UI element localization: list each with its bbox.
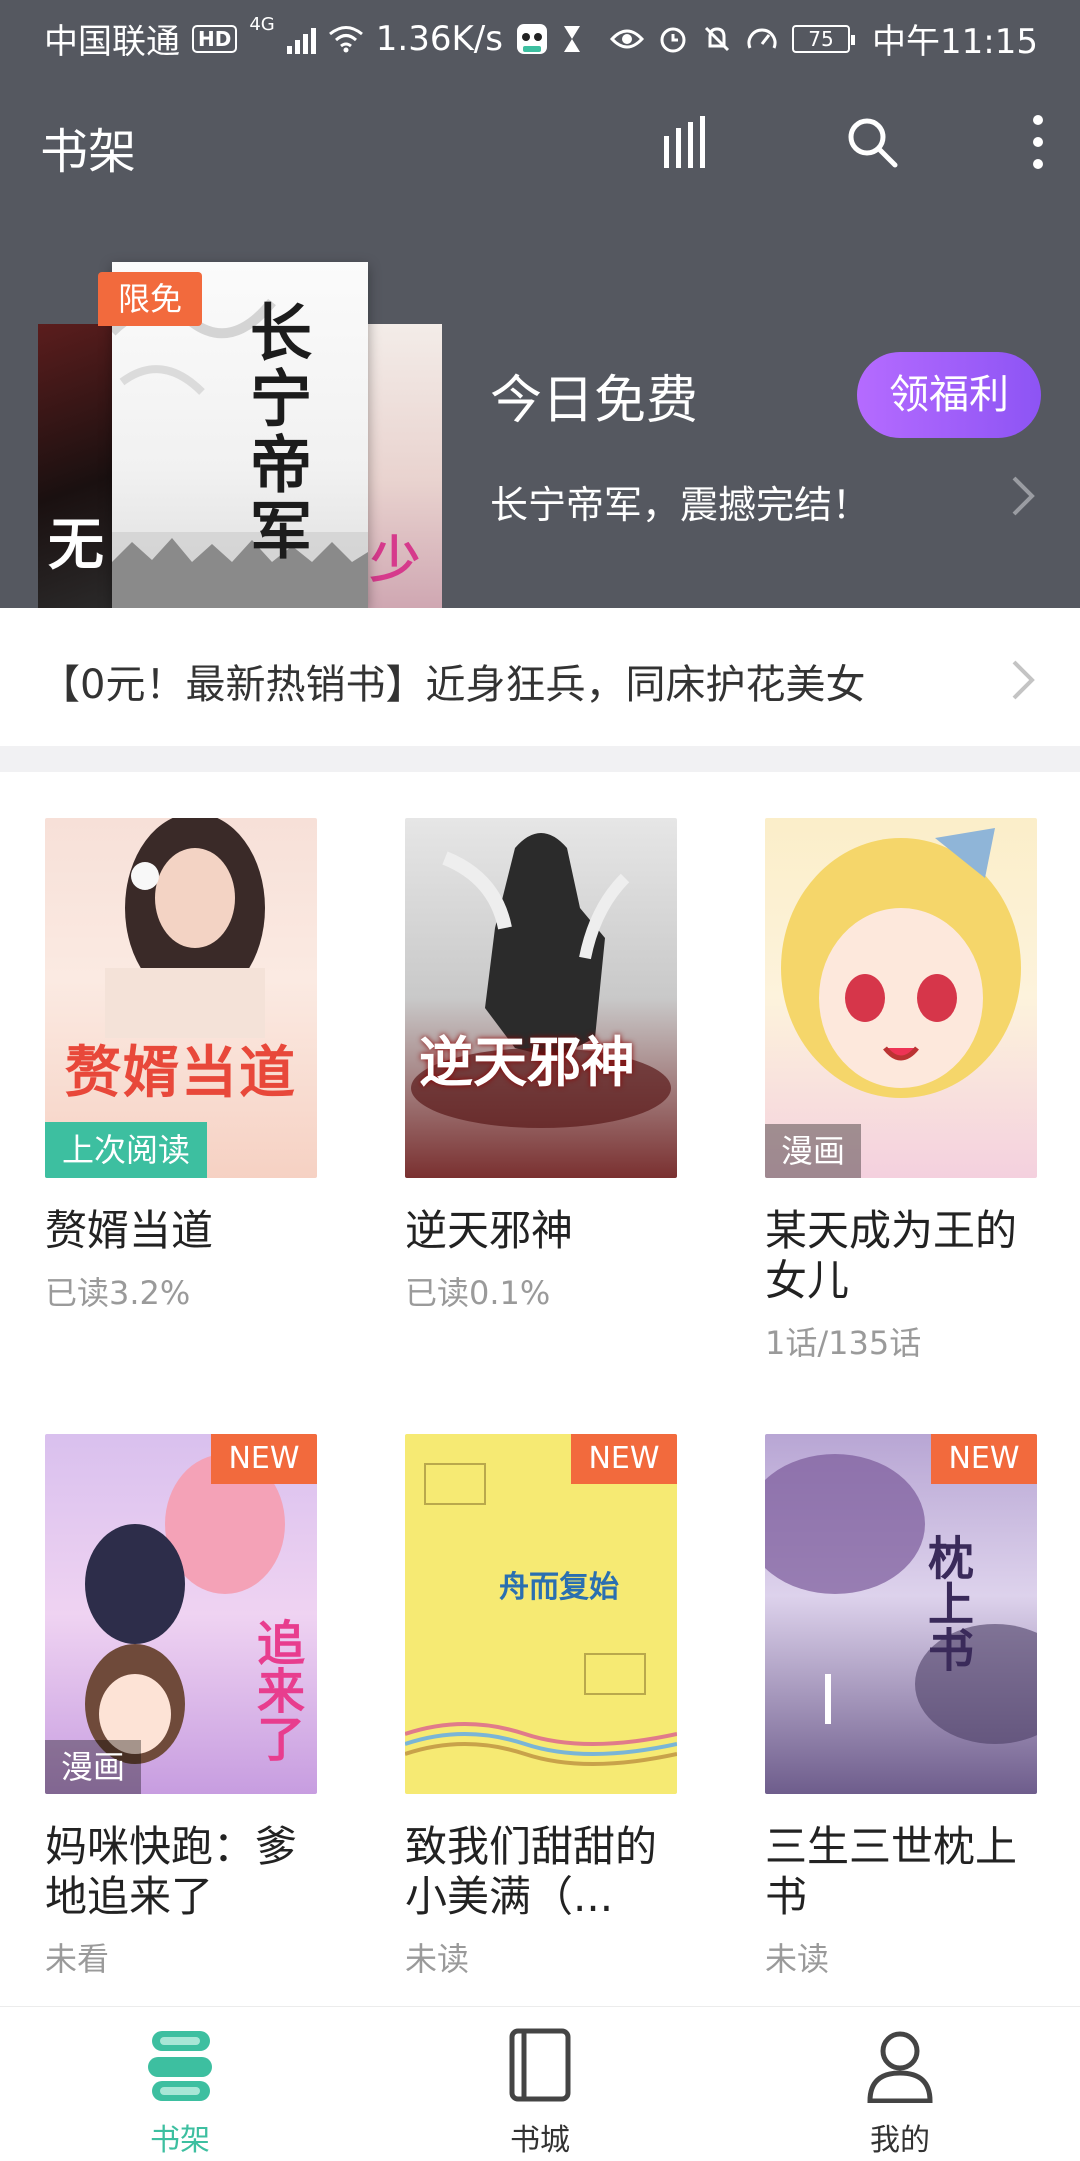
book-cover[interactable]: 漫画 [765,818,1037,1178]
book-cover[interactable]: 舟而复始 NEW [405,1434,677,1794]
book-progress: 已读3.2% [45,1274,191,1312]
book-icon [509,2028,571,2102]
clock-label: 中午11:15 [872,22,1038,62]
book-item[interactable]: 漫画 某天成为王的女儿 1话/135话 [765,818,1037,1364]
book-progress: 已读0.1% [405,1274,551,1312]
hourglass-icon [563,25,580,52]
book-title[interactable]: 致我们甜甜的小美满（... [405,1822,677,1922]
bottom-tab-bar: 书架 书城 我的 [0,2006,1080,2160]
book-cover[interactable]: 逆天邪神 [405,818,677,1178]
tab-profile[interactable]: 我的 [720,2007,1080,2161]
tab-bookshelf[interactable]: 书架 [0,2007,360,2161]
manga-badge: 漫画 [765,1124,861,1178]
book-item[interactable]: 逆天邪神 逆天邪神 已读0.1% [405,818,677,1314]
book-item[interactable]: 枕上书 NEW 三生三世枕上书 未读 [765,1434,1037,1980]
manga-badge: 漫画 [45,1740,141,1794]
book-progress: 未看 [45,1940,110,1978]
book-title[interactable]: 三生三世枕上书 [765,1822,1037,1922]
hd-badge: HD [192,24,238,53]
book-title[interactable]: 某天成为王的女儿 [765,1206,1037,1306]
promo-cover-title: 长宁帝军 [239,300,312,564]
new-badge: NEW [571,1434,677,1484]
free-badge: 限免 [98,272,202,326]
carrier-label: 中国联通 [44,22,180,62]
notice-text[interactable]: 【0元！最新热销书】近身狂兵，同床护花美女 [40,652,865,710]
book-item[interactable]: 追来了 漫画 NEW 妈咪快跑：爹地追来了 未看 [45,1434,317,1980]
page-title: 书架 [40,124,137,180]
mute-bell-icon [704,26,730,51]
promo-cover-left-text: 无 [48,512,104,578]
book-title[interactable]: 逆天邪神 [405,1206,677,1256]
notice-banner[interactable]: 【0元！最新热销书】近身狂兵，同床护花美女 [0,608,1080,746]
panda-icon [516,23,547,54]
book-title[interactable]: 赘婿当道 [45,1206,317,1256]
last-read-badge: 上次阅读 [45,1122,207,1178]
book-cover[interactable]: 枕上书 NEW [765,1434,1037,1794]
cover-art [411,833,671,1128]
new-badge: NEW [931,1434,1037,1484]
signal-icon [286,24,316,54]
speedometer-icon [747,28,777,49]
promo-subtitle[interactable]: 长宁帝军，震撼完结！ [490,474,870,529]
tab-label: 书城 [510,2123,570,2158]
notice-chevron-right-icon[interactable] [1004,656,1040,704]
speed-label: 1.36K/s [375,18,503,59]
book-item[interactable]: 舟而复始 NEW 致我们甜甜的小美满（... 未读 [405,1434,677,1980]
book-progress: 未读 [765,1940,830,1978]
status-bar: 中国联通 HD 4G 1.36K/s 75 中午11:15 [0,0,1080,72]
bookshelf-icon [148,2031,212,2101]
search-icon[interactable] [842,112,902,172]
battery-icon: 75 [792,24,856,53]
claim-welfare-button[interactable]: 领福利 [857,352,1041,438]
cover-title: 追来了 [248,1618,304,1762]
book-progress: 1话/135话 [765,1324,922,1362]
eye-icon [610,29,645,48]
wifi-icon [328,25,363,52]
ranking-icon[interactable] [656,112,716,172]
book-progress: 未读 [405,1940,470,1978]
cover-title: 枕上书 [921,1534,975,1672]
cover-art [405,1463,677,1766]
profile-icon [867,2031,933,2103]
book-cover[interactable]: 赘婿当道 上次阅读 [45,818,317,1178]
cover-title: 赘婿当道 [65,1041,297,1106]
promo-cover-right-text: 少 [370,531,420,589]
alarm-icon [660,27,686,52]
tab-label: 我的 [870,2123,930,2158]
header: 中国联通 HD 4G 1.36K/s 75 中午11:15 书架 无 少 长宁帝… [0,0,1080,608]
network-label: 4G [249,14,275,35]
promo-title: 今日免费 [490,371,699,431]
cover-title: 逆天邪神 [419,1030,635,1094]
cover-art [765,1454,1037,1744]
cover-title: 舟而复始 [499,1570,619,1605]
tab-label: 书架 [150,2123,210,2158]
chevron-right-icon[interactable] [1004,472,1040,520]
book-cover[interactable]: 追来了 漫画 NEW [45,1434,317,1794]
more-vertical-icon[interactable] [1008,112,1068,172]
tab-bookstore[interactable]: 书城 [360,2007,720,2161]
new-badge: NEW [211,1434,317,1484]
book-title[interactable]: 妈咪快跑：爹地追来了 [45,1822,317,1922]
section-divider [0,746,1080,772]
book-item[interactable]: 赘婿当道 上次阅读 赘婿当道 已读3.2% [45,818,317,1314]
